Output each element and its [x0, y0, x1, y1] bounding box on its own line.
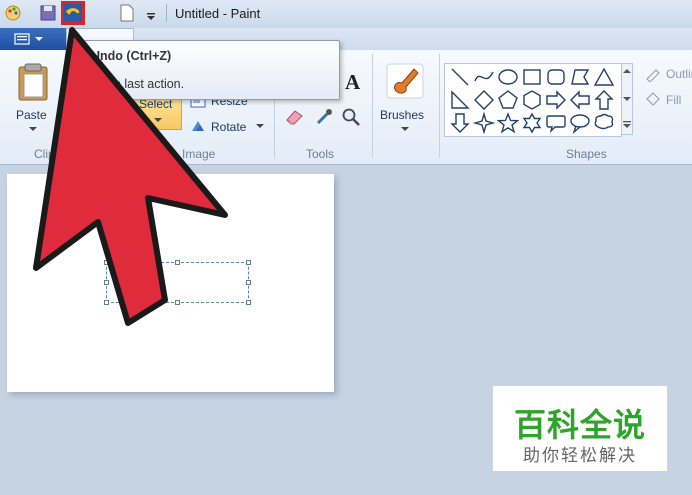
select-dropdown-icon	[154, 118, 162, 122]
pentagon-shape-icon[interactable]	[497, 89, 519, 111]
oval-shape-icon[interactable]	[497, 66, 519, 88]
new-document-icon[interactable]	[118, 3, 136, 23]
five-point-star-shape-icon[interactable]	[497, 112, 519, 134]
four-point-star-shape-icon[interactable]	[473, 112, 495, 134]
right-arrow-shape-icon[interactable]	[545, 89, 567, 111]
selection-handle[interactable]	[104, 300, 109, 305]
paint-app-icon[interactable]	[3, 3, 23, 23]
down-arrow-shape-icon[interactable]	[449, 112, 471, 134]
color-picker-icon[interactable]	[314, 107, 334, 127]
tooltip-title: Undo (Ctrl+Z)	[91, 49, 172, 63]
rotate-dropdown-icon[interactable]	[256, 124, 264, 129]
gallery-expand-icon[interactable]	[623, 120, 631, 129]
six-point-star-shape-icon[interactable]	[521, 112, 543, 134]
right-triangle-shape-icon[interactable]	[449, 89, 471, 111]
rounded-callout-shape-icon[interactable]	[545, 112, 567, 134]
triangle-shape-icon[interactable]	[593, 66, 615, 88]
ribbon-separator	[372, 54, 373, 158]
text-tool-icon[interactable]: A	[343, 70, 363, 92]
svg-text:A: A	[345, 70, 361, 92]
scroll-up-icon[interactable]	[623, 68, 631, 74]
watermark-tagline: 助你轻松解决	[523, 446, 637, 465]
shapes-group-label: Shapes	[566, 147, 607, 161]
paint-menu-button[interactable]	[0, 28, 67, 50]
selection-handle[interactable]	[104, 280, 109, 285]
selection-handle[interactable]	[175, 260, 180, 265]
selection-handle[interactable]	[104, 260, 109, 265]
rectangle-shape-icon[interactable]	[521, 66, 543, 88]
outline-label[interactable]: Outline	[666, 67, 692, 81]
left-arrow-shape-icon[interactable]	[569, 89, 591, 111]
up-arrow-shape-icon[interactable]	[593, 89, 615, 111]
customize-quick-access-icon[interactable]	[145, 7, 157, 27]
save-icon[interactable]	[38, 3, 58, 23]
line-shape-icon[interactable]	[449, 66, 471, 88]
shapes-gallery	[444, 63, 622, 137]
fill-icon[interactable]	[644, 91, 662, 107]
brushes-icon[interactable]	[386, 63, 424, 99]
brushes-label[interactable]: Brushes	[380, 108, 424, 122]
selection-handle[interactable]	[246, 260, 251, 265]
tooltip-description: Undo last action.	[91, 77, 185, 91]
selection-rectangle[interactable]	[106, 262, 249, 303]
paste-label[interactable]: Paste	[16, 108, 47, 122]
selection-handle[interactable]	[175, 300, 180, 305]
tools-group-label: Tools	[306, 147, 335, 161]
undo-button[interactable]	[61, 1, 85, 25]
eraser-icon[interactable]	[283, 108, 305, 126]
polygon-shape-icon[interactable]	[569, 66, 591, 88]
rounded-rectangle-shape-icon[interactable]	[545, 66, 567, 88]
ribbon-separator	[439, 54, 440, 158]
magnifier-icon[interactable]	[341, 107, 361, 127]
shapes-scrollbar[interactable]	[621, 63, 633, 135]
curve-shape-icon[interactable]	[473, 66, 495, 88]
paste-icon[interactable]	[16, 62, 50, 102]
undo-tooltip: Undo (Ctrl+Z) Undo last action.	[70, 40, 340, 100]
menu-icon	[14, 33, 43, 45]
rotate-label[interactable]: Rotate	[211, 120, 246, 134]
selection-handle[interactable]	[246, 300, 251, 305]
undo-icon	[66, 8, 80, 15]
outline-icon[interactable]	[644, 66, 662, 82]
scroll-down-icon[interactable]	[623, 96, 631, 102]
fill-label[interactable]: Fill	[666, 93, 681, 107]
rotate-icon[interactable]	[190, 119, 206, 133]
title-separator	[166, 4, 167, 22]
drawing-canvas[interactable]	[7, 174, 334, 392]
watermark-logo: 百科全说 助你轻松解决	[493, 386, 667, 471]
cloud-callout-shape-icon[interactable]	[593, 112, 615, 134]
diamond-shape-icon[interactable]	[473, 89, 495, 111]
title-bar: Untitled - Paint	[0, 0, 692, 29]
watermark-brand: 百科全说	[513, 407, 646, 443]
paste-dropdown-icon[interactable]	[28, 126, 38, 132]
clipboard-group-label: Clipboard	[34, 147, 86, 161]
oval-callout-shape-icon[interactable]	[569, 112, 591, 134]
brushes-dropdown-icon[interactable]	[400, 126, 410, 132]
image-group-label: Image	[182, 147, 216, 161]
window-title: Untitled - Paint	[175, 6, 261, 21]
hexagon-shape-icon[interactable]	[521, 89, 543, 111]
selection-handle[interactable]	[246, 280, 251, 285]
